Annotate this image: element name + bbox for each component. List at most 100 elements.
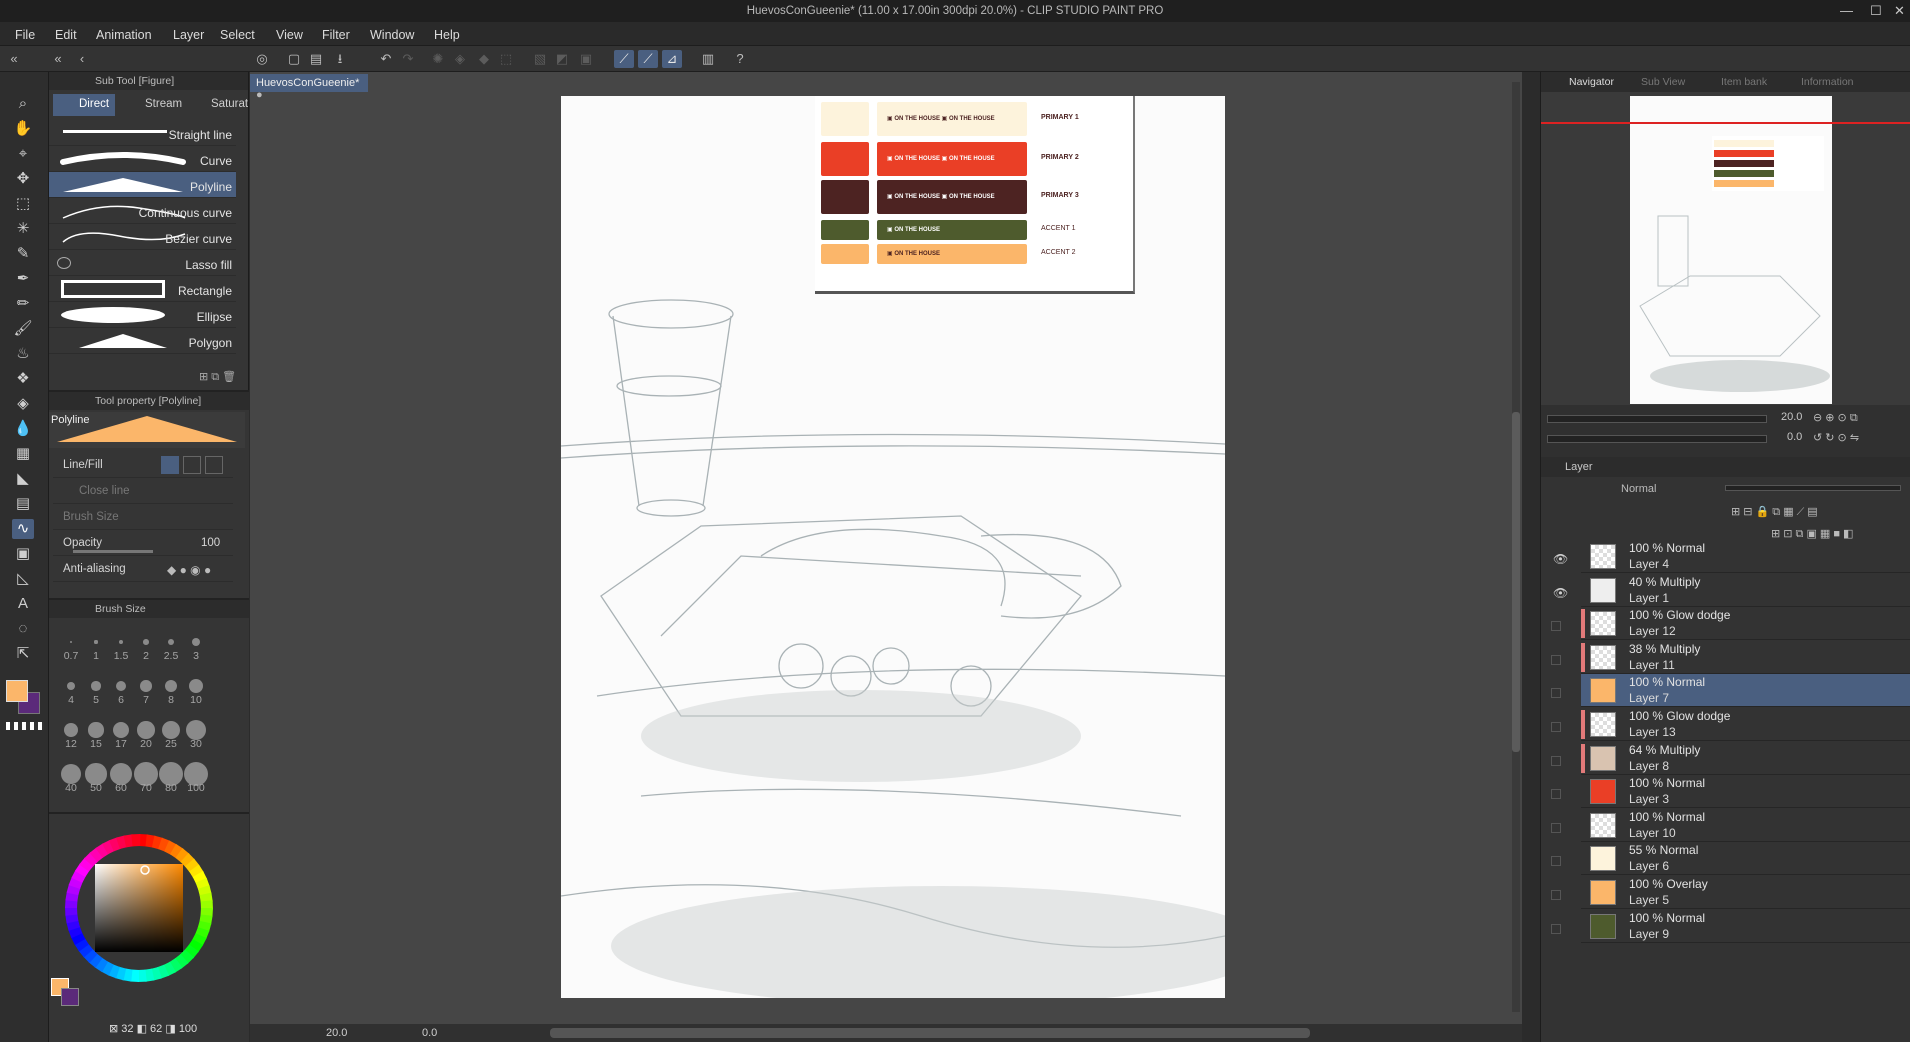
brush-size-dot[interactable] xyxy=(112,721,130,739)
move-layer-icon[interactable]: ✥ xyxy=(12,169,34,189)
anti-aliasing-options[interactable]: ◆ ● ◉ ● xyxy=(167,563,211,577)
subtool-item-polyline[interactable]: Polyline xyxy=(49,172,236,198)
selection-icon[interactable]: ▣ xyxy=(576,50,596,68)
ruler-tool-icon[interactable]: ◺ xyxy=(12,569,34,589)
layer-visibility-toggle[interactable] xyxy=(1551,856,1561,867)
back-icon[interactable]: ‹ xyxy=(72,50,92,68)
layer-visibility-toggle[interactable] xyxy=(1551,755,1561,766)
line-and-fill-mode-icon[interactable] xyxy=(205,456,223,474)
fill-mode-icon[interactable] xyxy=(183,456,201,474)
redo-icon[interactable]: ↷ xyxy=(398,50,418,68)
brush-size-dot[interactable] xyxy=(167,638,175,646)
canvas-page[interactable]: ▣ ON THE HOUSE ▣ ON THE HOUSE PRIMARY 1 ▣ … xyxy=(561,96,1225,998)
brush-size-dot[interactable] xyxy=(118,639,124,645)
minimize-button[interactable]: — xyxy=(1840,3,1853,18)
scroll-thumb[interactable] xyxy=(1512,412,1520,752)
opacity-slider[interactable] xyxy=(73,550,153,553)
new-file-icon[interactable]: ▢ xyxy=(284,50,304,68)
layer-row[interactable]: 100 % Overlay Layer 5 xyxy=(1581,876,1910,909)
brush-size-dot[interactable] xyxy=(140,680,152,692)
menu-file[interactable]: File xyxy=(15,28,35,42)
brush-size-dot[interactable] xyxy=(164,679,178,693)
brush-size-dot[interactable] xyxy=(61,764,81,784)
vertical-scrollbar[interactable] xyxy=(1512,82,1520,1012)
transparent-color-swatch[interactable] xyxy=(6,722,44,730)
brush-size-label[interactable]: 40 xyxy=(59,782,83,794)
bucket-tool-icon[interactable]: ◣ xyxy=(12,469,34,489)
layer-row[interactable]: 100 % Normal Layer 3 xyxy=(1581,775,1910,809)
line-fill-row[interactable]: Line/Fill xyxy=(53,452,233,478)
layer-row[interactable]: 100 % Normal Layer 10 xyxy=(1581,809,1910,842)
tab-stream[interactable]: Stream xyxy=(119,94,182,116)
menu-edit[interactable]: Edit xyxy=(55,28,77,42)
layer-row[interactable]: 100 % Normal Layer 7 xyxy=(1581,674,1910,708)
tab-item-bank[interactable]: Item bank xyxy=(1721,76,1767,88)
layer-row[interactable]: 38 % Multiply Layer 11 xyxy=(1581,641,1910,674)
layer-visibility-toggle[interactable] xyxy=(1551,923,1561,934)
pen-tool-icon[interactable]: ✒ xyxy=(12,269,34,289)
brush-size-label[interactable]: 4 xyxy=(59,694,83,706)
horizontal-scrollbar[interactable] xyxy=(550,1028,1310,1038)
zoom-tool-icon[interactable]: ⌕ xyxy=(12,94,34,114)
brush-size-label[interactable]: 50 xyxy=(84,782,108,794)
brush-size-label[interactable]: 15 xyxy=(84,738,108,750)
brush-size-label[interactable]: 30 xyxy=(184,738,208,750)
brush-size-dot[interactable] xyxy=(70,641,72,643)
navigator-zoom-value[interactable]: 20.0 xyxy=(1781,411,1802,423)
navigator-rotation-slider[interactable] xyxy=(1547,435,1767,443)
brush-size-dot[interactable] xyxy=(88,722,104,738)
layer-row[interactable]: 100 % Glow dodge Layer 13 xyxy=(1581,708,1910,741)
brush-size-label[interactable]: 25 xyxy=(159,738,183,750)
balloon-tool-icon[interactable]: ◌ xyxy=(12,619,34,639)
layer-visibility-toggle[interactable] xyxy=(1551,722,1561,732)
canvas-area[interactable]: HuevosConGueenie* ● ▣ ON THE HOUSE ▣ ON … xyxy=(250,72,1522,1042)
layer-row[interactable]: 100 % Glow dodge Layer 12 xyxy=(1581,607,1910,641)
frame-tool-icon[interactable]: ▣ xyxy=(12,544,34,564)
eraser-tool-icon[interactable]: ◈ xyxy=(12,394,34,414)
brush-size-label[interactable]: 3 xyxy=(184,650,208,662)
correct-line-icon[interactable]: ⇱ xyxy=(12,644,34,664)
brush-size-dot[interactable] xyxy=(94,640,98,644)
tab-navigator[interactable]: Navigator xyxy=(1569,76,1614,88)
fill-icon[interactable]: ◆ xyxy=(474,50,494,68)
layer-row[interactable]: 100 % Normal Layer 9 xyxy=(1581,910,1910,943)
menu-layer[interactable]: Layer xyxy=(173,28,204,42)
navigator-zoom-icons[interactable]: ⊖ ⊕ ⊙ ⧉ xyxy=(1813,411,1858,425)
collapse-left-icon[interactable]: « xyxy=(4,50,24,68)
menu-window[interactable]: Window xyxy=(370,28,414,42)
close-line-row[interactable]: Close line xyxy=(53,478,233,504)
layer-visibility-toggle[interactable] xyxy=(1551,688,1561,699)
eyedropper-icon[interactable]: ✎ xyxy=(12,244,34,264)
tab-sub-view[interactable]: Sub View xyxy=(1641,76,1685,88)
subtool-item-polygon[interactable]: Polygon xyxy=(49,328,236,354)
layer-visibility-toggle[interactable] xyxy=(1551,822,1561,833)
opacity-row[interactable]: Opacity 100 xyxy=(53,530,233,556)
brush-size-label[interactable]: 2 xyxy=(134,650,158,662)
brush-size-dot[interactable] xyxy=(67,682,75,690)
brush-size-dot[interactable] xyxy=(143,639,149,645)
brush-size-label[interactable]: 1 xyxy=(84,650,108,662)
menu-filter[interactable]: Filter xyxy=(322,28,350,42)
rotation-value[interactable]: 0.0 xyxy=(422,1027,437,1039)
layer-row[interactable]: 64 % Multiply Layer 8 xyxy=(1581,742,1910,775)
brush-size-label[interactable]: 6 xyxy=(109,694,133,706)
subtool-footer-icons[interactable]: ⊞ ⧉ 🗑 xyxy=(199,370,236,384)
layer-lock-icons[interactable]: ⊞ ⊟ 🔒 ⧉ ▦ ⟋ ▤ xyxy=(1731,505,1818,519)
brush-size-label[interactable]: 20 xyxy=(134,738,158,750)
hand-tool-icon[interactable]: ✋ xyxy=(12,119,34,139)
navigator-rotate-icons[interactable]: ↺ ↻ ⊙ ⇋ xyxy=(1813,431,1859,444)
pencil-tool-icon[interactable]: ✏ xyxy=(12,294,34,314)
brush-size-label[interactable]: 60 xyxy=(109,782,133,794)
clear-icon[interactable]: ✺ xyxy=(428,50,448,68)
color-wheel[interactable] xyxy=(55,824,223,992)
brush-size-label[interactable]: 2.5 xyxy=(159,650,183,662)
maximize-button[interactable]: ☐ xyxy=(1870,3,1882,19)
operation-tool-icon[interactable]: ⌖ xyxy=(12,144,34,164)
undo-icon[interactable]: ↶ xyxy=(376,50,396,68)
tab-saturation[interactable]: Saturat xyxy=(185,94,248,116)
brush-size-label[interactable]: 5 xyxy=(84,694,108,706)
sub-color-chip[interactable] xyxy=(61,988,79,1006)
opacity-value[interactable]: 100 xyxy=(201,537,220,549)
tab-direct[interactable]: Direct xyxy=(53,94,115,116)
subtool-item-rectangle[interactable]: Rectangle xyxy=(49,276,236,302)
